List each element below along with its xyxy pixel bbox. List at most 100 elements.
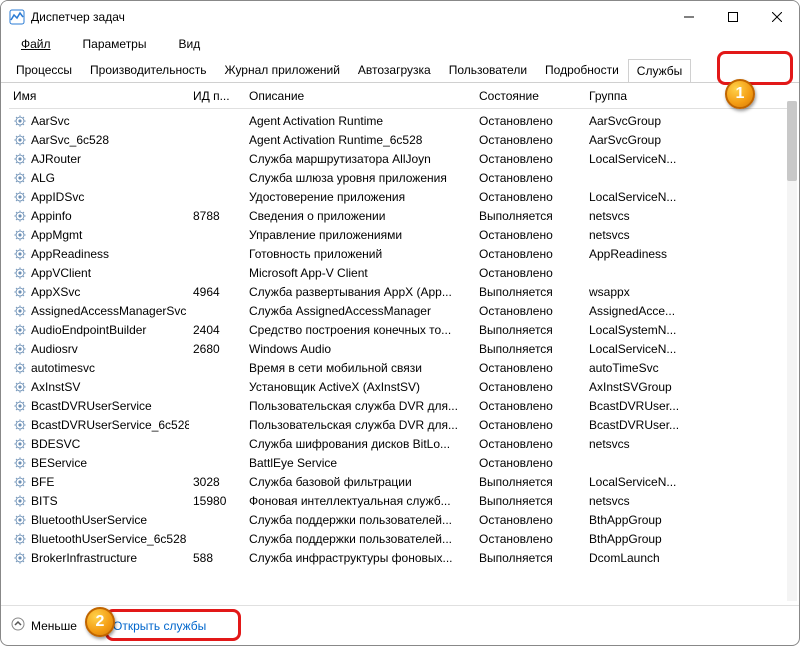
service-status: Остановлено (475, 513, 585, 527)
col-group[interactable]: Группа (585, 87, 715, 105)
service-status: Остановлено (475, 171, 585, 185)
service-desc: Служба базовой фильтрации (245, 475, 475, 489)
table-row[interactable]: AxInstSVУстановщик ActiveX (AxInstSV)Ост… (9, 377, 791, 396)
service-desc: Служба шлюза уровня приложения (245, 171, 475, 185)
service-name: Appinfo (31, 209, 72, 223)
tab-5[interactable]: Подробности (536, 58, 628, 81)
col-pid[interactable]: ИД п... (189, 87, 245, 105)
service-pid: 2680 (189, 342, 245, 356)
menu-file[interactable]: Файл (5, 35, 67, 53)
service-name-cell: BDESVC (9, 437, 189, 451)
table-row[interactable]: autotimesvcВремя в сети мобильной связиО… (9, 358, 791, 377)
service-status: Остановлено (475, 456, 585, 470)
menu-options[interactable]: Параметры (67, 35, 163, 53)
table-body: AarSvcAgent Activation RuntimeОстановлен… (9, 111, 791, 567)
tab-2[interactable]: Журнал приложений (216, 58, 349, 81)
tab-4[interactable]: Пользователи (440, 58, 536, 81)
service-name-cell: AppIDSvc (9, 190, 189, 204)
service-name-cell: AppReadiness (9, 247, 189, 261)
table-row[interactable]: AssignedAccessManagerSvcСлужба AssignedA… (9, 301, 791, 320)
table-row[interactable]: ALGСлужба шлюза уровня приложенияОстанов… (9, 168, 791, 187)
service-desc: BattlEye Service (245, 456, 475, 470)
gear-icon (13, 152, 27, 166)
service-name: AppIDSvc (31, 190, 84, 204)
service-status: Выполняется (475, 494, 585, 508)
tab-0[interactable]: Процессы (7, 58, 81, 81)
scrollbar-thumb[interactable] (787, 101, 797, 181)
service-group: BthAppGroup (585, 513, 715, 527)
service-name: autotimesvc (31, 361, 95, 375)
service-desc: Служба развертывания AppX (App... (245, 285, 475, 299)
close-button[interactable] (755, 1, 799, 33)
table-row[interactable]: AJRouterСлужба маршрутизатора AllJoynОст… (9, 149, 791, 168)
service-group: AppReadiness (585, 247, 715, 261)
chevron-up-icon (11, 617, 25, 634)
table-row[interactable]: BluetoothUserService_6c528Служба поддерж… (9, 529, 791, 548)
service-group: AarSvcGroup (585, 114, 715, 128)
table-row[interactable]: BcastDVRUserService_6c528Пользовательска… (9, 415, 791, 434)
window-controls (667, 1, 799, 33)
col-status[interactable]: Состояние (475, 87, 585, 105)
table-row[interactable]: AarSvcAgent Activation RuntimeОстановлен… (9, 111, 791, 130)
service-name-cell: AppVClient (9, 266, 189, 280)
table-row[interactable]: AudioEndpointBuilder2404Средство построе… (9, 320, 791, 339)
gear-icon (13, 399, 27, 413)
service-group: LocalServiceN... (585, 190, 715, 204)
gear-icon (13, 209, 27, 223)
minimize-button[interactable] (667, 1, 711, 33)
service-group: AxInstSVGroup (585, 380, 715, 394)
service-name-cell: BITS (9, 494, 189, 508)
table-row[interactable]: BEService BattlEye ServiceОстановлено (9, 453, 791, 472)
service-desc: Служба инфраструктуры фоновых... (245, 551, 475, 565)
vertical-scrollbar[interactable] (787, 101, 797, 601)
service-pid: 3028 (189, 475, 245, 489)
tab-3[interactable]: Автозагрузка (349, 58, 440, 81)
maximize-button[interactable] (711, 1, 755, 33)
gear-icon (13, 133, 27, 147)
service-name: BDESVC (31, 437, 80, 451)
table-row[interactable]: AppIDSvcУдостоверение приложенияОстановл… (9, 187, 791, 206)
table-row[interactable]: BcastDVRUserServiceПользовательская служ… (9, 396, 791, 415)
tab-6[interactable]: Службы (628, 59, 691, 82)
col-name[interactable]: Имя (9, 87, 189, 105)
service-name-cell: BEService (9, 456, 189, 470)
gear-icon (13, 532, 27, 546)
service-status: Выполняется (475, 285, 585, 299)
table-row[interactable]: AarSvc_6c528Agent Activation Runtime_6c5… (9, 130, 791, 149)
fewer-details-button[interactable]: Меньше (11, 617, 77, 634)
service-name-cell: BcastDVRUserService (9, 399, 189, 413)
menu-view[interactable]: Вид (162, 35, 216, 53)
col-desc[interactable]: Описание (245, 87, 475, 105)
service-group: wsappx (585, 285, 715, 299)
service-name-cell: Appinfo (9, 209, 189, 223)
service-name: BrokerInfrastructure (31, 551, 137, 565)
table-row[interactable]: AppVClientMicrosoft App-V ClientОстановл… (9, 263, 791, 282)
tab-1[interactable]: Производительность (81, 58, 215, 81)
gear-icon (13, 475, 27, 489)
service-name-cell: Audiosrv (9, 342, 189, 356)
service-name-cell: AssignedAccessManagerSvc (9, 304, 189, 318)
service-status: Остановлено (475, 437, 585, 451)
table-row[interactable]: BluetoothUserServiceСлужба поддержки пол… (9, 510, 791, 529)
content-area: Имя ИД п... Описание Состояние Группа Aa… (1, 83, 799, 605)
service-pid: 4964 (189, 285, 245, 299)
table-row[interactable]: Appinfo8788Сведения о приложенииВыполняе… (9, 206, 791, 225)
service-status: Остановлено (475, 380, 585, 394)
table-row[interactable]: BDESVCСлужба шифрования дисков BitLo...О… (9, 434, 791, 453)
service-pid: 588 (189, 551, 245, 565)
service-name: BcastDVRUserService_6c528 (31, 418, 189, 432)
table-row[interactable]: Audiosrv2680Windows AudioВыполняетсяLoca… (9, 339, 791, 358)
table-row[interactable]: BrokerInfrastructure 588Служба инфраструк… (9, 548, 791, 567)
table-row[interactable]: BITS15980Фоновая интеллектуальная служб.… (9, 491, 791, 510)
gear-icon (13, 304, 27, 318)
table-row[interactable]: AppMgmtУправление приложениямиОстановлен… (9, 225, 791, 244)
table-row[interactable]: AppReadinessГотовность приложенийОстанов… (9, 244, 791, 263)
service-name: BluetoothUserService (31, 513, 147, 527)
table-row[interactable]: BFE3028Служба базовой фильтрацииВыполняе… (9, 472, 791, 491)
table-row[interactable]: AppXSvc4964Служба развертывания AppX (Ap… (9, 282, 791, 301)
service-status: Выполняется (475, 323, 585, 337)
menubar: Файл Параметры Вид (1, 33, 799, 55)
service-status: Выполняется (475, 342, 585, 356)
service-name: BITS (31, 494, 58, 508)
service-status: Остановлено (475, 532, 585, 546)
